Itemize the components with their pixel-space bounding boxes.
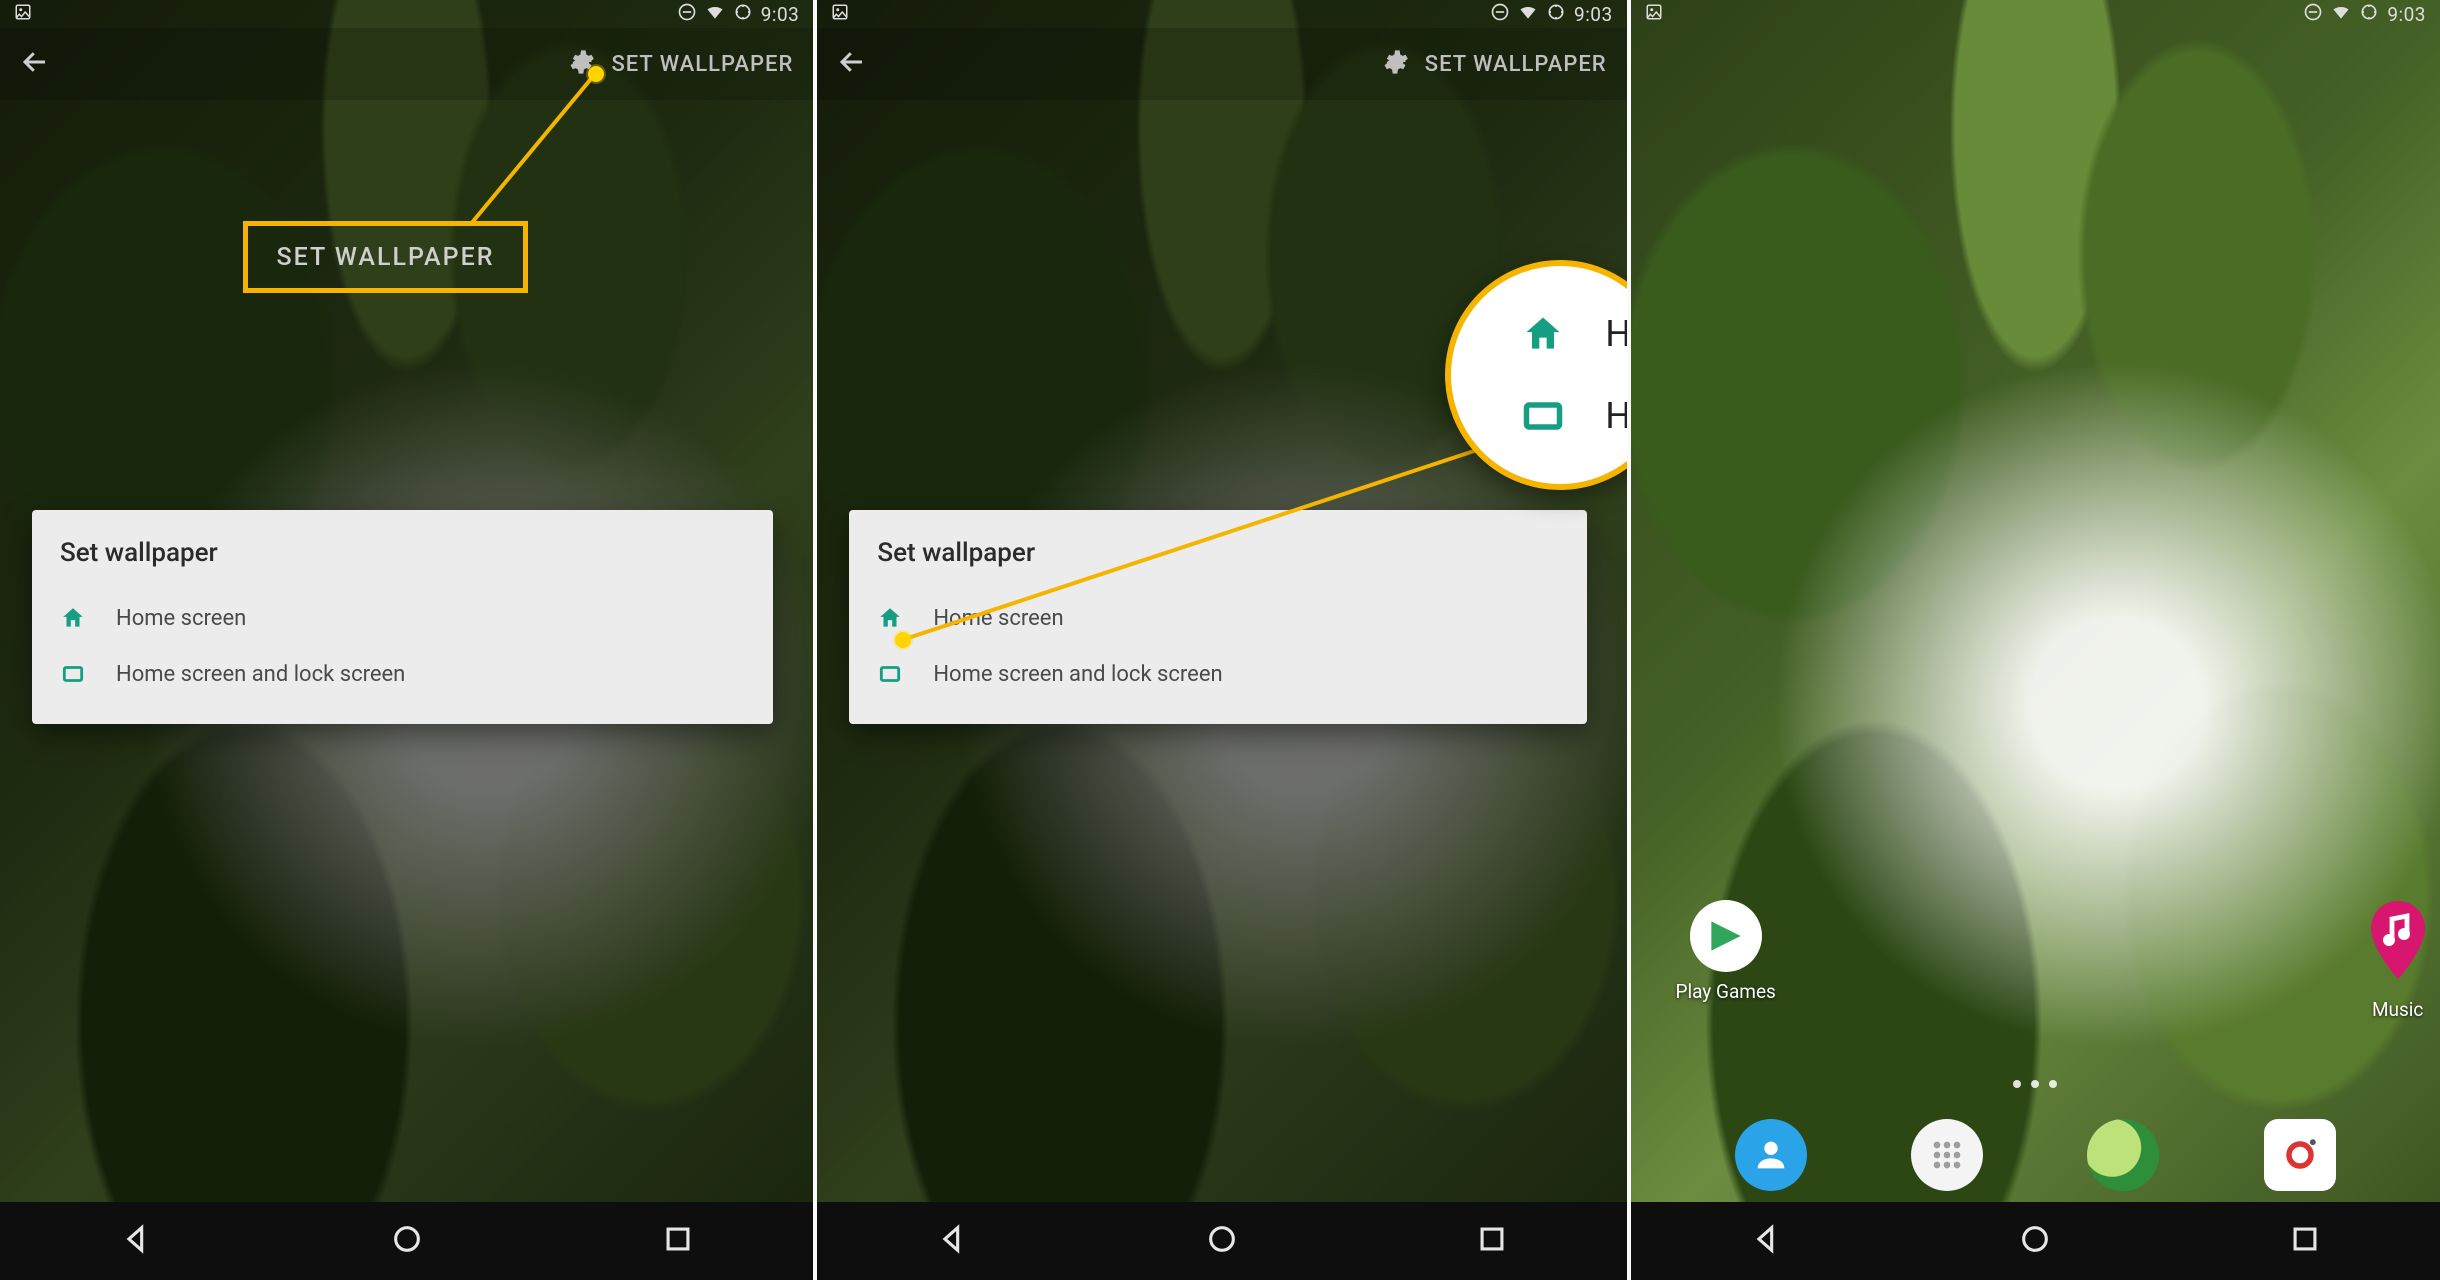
gear-icon[interactable]	[1381, 48, 1409, 80]
app-music[interactable]: Music	[2357, 900, 2439, 1021]
play-games-icon	[1690, 900, 1762, 972]
set-wallpaper-button[interactable]: SET WALLPAPER	[611, 52, 793, 77]
status-clock: 9:03	[761, 3, 800, 26]
callout-label: SET WALLPAPER	[277, 243, 495, 272]
home-icon	[1521, 312, 1565, 356]
back-button[interactable]	[20, 47, 50, 81]
option-home-screen-label: Home screen	[116, 606, 246, 631]
status-clock: 9:03	[1574, 3, 1613, 26]
dnd-icon	[2303, 2, 2323, 27]
dnd-icon	[677, 2, 697, 27]
picture-icon	[1645, 3, 1663, 26]
dock-contacts[interactable]	[1735, 1119, 1807, 1191]
rect-icon	[1521, 394, 1565, 438]
nav-back-icon[interactable]	[935, 1222, 969, 1260]
set-wallpaper-button[interactable]: SET WALLPAPER	[1425, 52, 1607, 77]
page-indicator	[1631, 1080, 2440, 1088]
dock-app-drawer[interactable]	[1911, 1119, 1983, 1191]
nav-home-icon[interactable]	[2018, 1222, 2052, 1260]
wallpaper-toolbar: SET WALLPAPER	[0, 28, 813, 100]
back-button[interactable]	[837, 47, 867, 81]
app-play-games[interactable]: Play Games	[1685, 900, 1767, 1021]
wifi-icon	[1518, 2, 1538, 27]
option-home-screen-label: Home screen	[933, 606, 1063, 631]
status-bar: 9:03	[1631, 0, 2440, 28]
nav-bar	[0, 1202, 813, 1280]
lens-row1-text: H	[1605, 313, 1626, 355]
location-icon	[1546, 2, 1566, 27]
picture-icon	[14, 3, 32, 26]
app-play-games-label: Play Games	[1676, 980, 1776, 1003]
home-wallpaper	[1631, 0, 2440, 1280]
wallpaper-toolbar: SET WALLPAPER	[817, 28, 1626, 100]
nav-recents-icon[interactable]	[661, 1222, 695, 1260]
nav-bar	[1631, 1202, 2440, 1280]
wifi-icon	[2331, 2, 2351, 27]
dialog-title: Set wallpaper	[60, 538, 745, 568]
status-bar: 9:03	[0, 0, 813, 28]
option-home-and-lock-label: Home screen and lock screen	[116, 662, 405, 687]
option-home-and-lock-label: Home screen and lock screen	[933, 662, 1222, 687]
nav-recents-icon[interactable]	[2288, 1222, 2322, 1260]
option-home-screen[interactable]: Home screen	[60, 590, 745, 646]
option-home-and-lock[interactable]: Home screen and lock screen	[877, 646, 1558, 702]
option-home-screen[interactable]: Home screen	[877, 590, 1558, 646]
nav-recents-icon[interactable]	[1475, 1222, 1509, 1260]
status-bar: 9:03	[817, 0, 1626, 28]
status-clock: 9:03	[2387, 3, 2426, 26]
nav-home-icon[interactable]	[1205, 1222, 1239, 1260]
panel-3: 9:03 Play Games Music	[1627, 0, 2440, 1280]
picture-icon	[831, 3, 849, 26]
set-wallpaper-callout: SET WALLPAPER	[243, 221, 528, 293]
annotation-dot-1	[588, 66, 604, 82]
home-dock	[1631, 1110, 2440, 1200]
panel-2: 9:03 SET WALLPAPER Set wallpaper Home sc…	[813, 0, 1626, 1280]
nav-home-icon[interactable]	[390, 1222, 424, 1260]
wifi-icon	[705, 2, 725, 27]
dock-browser[interactable]	[2087, 1119, 2159, 1191]
dialog-title: Set wallpaper	[877, 538, 1558, 568]
dock-camera[interactable]	[2264, 1119, 2336, 1191]
set-wallpaper-dialog: Set wallpaper Home screen Home screen an…	[32, 510, 773, 724]
location-icon	[2359, 2, 2379, 27]
nav-back-icon[interactable]	[1749, 1222, 1783, 1260]
app-music-label: Music	[2372, 998, 2423, 1021]
dnd-icon	[1490, 2, 1510, 27]
home-app-row: Play Games Music	[1685, 900, 2439, 1021]
location-icon	[733, 2, 753, 27]
music-icon	[2362, 900, 2434, 990]
nav-bar	[817, 1202, 1626, 1280]
panel-1: 9:03 SET WALLPAPER SET WALLPAPER Set wal…	[0, 0, 813, 1280]
option-home-and-lock[interactable]: Home screen and lock screen	[60, 646, 745, 702]
nav-back-icon[interactable]	[119, 1222, 153, 1260]
set-wallpaper-dialog: Set wallpaper Home screen Home screen an…	[849, 510, 1586, 724]
lens-row2-text: H	[1605, 395, 1626, 437]
